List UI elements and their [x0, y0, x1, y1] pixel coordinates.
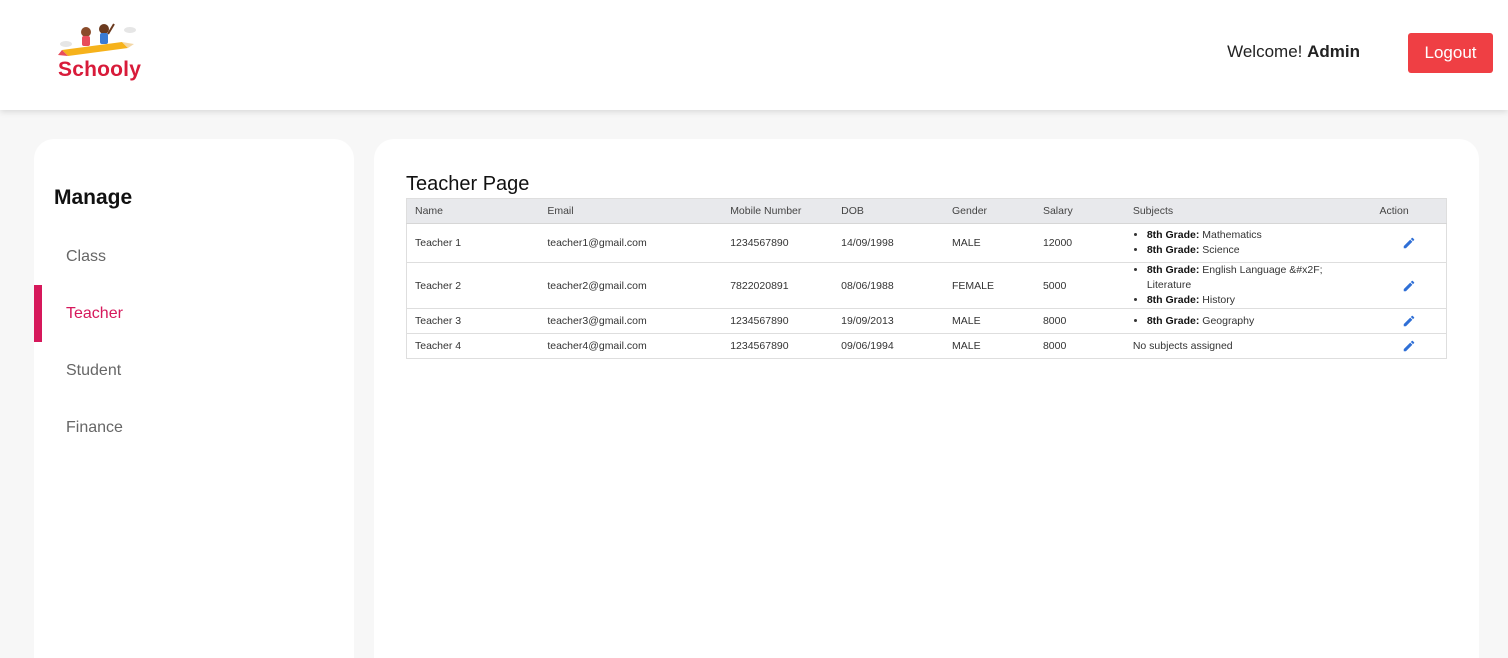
logo-kids-pencil-icon — [58, 23, 136, 56]
cell-salary: 8000 — [1034, 333, 1125, 359]
sidebar-item-label: Class — [66, 247, 107, 265]
column-header-email[interactable]: Email — [539, 198, 723, 224]
cell-email: teacher3@gmail.com — [539, 308, 723, 334]
cell-action — [1371, 308, 1447, 334]
logo-text: Schooly — [58, 58, 142, 81]
column-header-dob[interactable]: DOB — [833, 198, 945, 224]
cell-gender: MALE — [944, 223, 1035, 263]
edit-pencil-icon[interactable] — [1402, 339, 1416, 353]
cell-dob: 19/09/2013 — [833, 308, 945, 334]
table-row: Teacher 4 teacher4@gmail.com 1234567890 … — [406, 333, 1447, 359]
logout-button[interactable]: Logout — [1408, 33, 1493, 73]
subject-item: 8th Grade: English Language &#x2F; Liter… — [1147, 263, 1364, 293]
user-name: Admin — [1307, 42, 1360, 61]
welcome-prefix: Welcome! — [1227, 42, 1303, 61]
subject-item: 8th Grade: Mathematics — [1147, 228, 1364, 243]
column-header-mobile[interactable]: Mobile Number — [722, 198, 834, 224]
table-row: Teacher 3 teacher3@gmail.com 1234567890 … — [406, 308, 1447, 334]
subject-list: 8th Grade: English Language &#x2F; Liter… — [1133, 263, 1364, 308]
teacher-table: Name Email Mobile Number DOB Gender Sala… — [406, 198, 1447, 359]
cell-subjects: 8th Grade: Mathematics 8th Grade: Scienc… — [1124, 223, 1372, 263]
sidebar-item-label: Teacher — [66, 304, 123, 322]
sidebar: Manage Class Teacher Student Finance — [34, 139, 354, 658]
cell-subjects: No subjects assigned — [1124, 333, 1372, 359]
column-header-subjects[interactable]: Subjects — [1124, 198, 1372, 224]
subject-list: 8th Grade: Mathematics 8th Grade: Scienc… — [1133, 228, 1364, 258]
column-header-salary[interactable]: Salary — [1034, 198, 1125, 224]
cell-name: Teacher 3 — [406, 308, 540, 334]
cell-salary: 5000 — [1034, 262, 1125, 309]
subject-item: 8th Grade: Geography — [1147, 314, 1364, 329]
table-row: Teacher 2 teacher2@gmail.com 7822020891 … — [406, 262, 1447, 309]
cell-mobile: 1234567890 — [722, 308, 834, 334]
column-header-gender[interactable]: Gender — [944, 198, 1035, 224]
sidebar-title: Manage — [54, 186, 133, 209]
cell-email: teacher1@gmail.com — [539, 223, 723, 263]
cell-salary: 8000 — [1034, 308, 1125, 334]
edit-pencil-icon[interactable] — [1402, 314, 1416, 328]
schooly-logo[interactable]: Schooly — [56, 20, 146, 84]
column-header-name[interactable]: Name — [406, 198, 540, 224]
cell-mobile: 1234567890 — [722, 333, 834, 359]
cell-name: Teacher 1 — [406, 223, 540, 263]
cell-name: Teacher 2 — [406, 262, 540, 309]
sidebar-item-student[interactable]: Student — [34, 342, 354, 399]
cell-subjects: 8th Grade: English Language &#x2F; Liter… — [1124, 262, 1372, 309]
cell-gender: FEMALE — [944, 262, 1035, 309]
welcome-message: Welcome! Admin — [1227, 42, 1360, 62]
sidebar-item-teacher[interactable]: Teacher — [34, 285, 354, 342]
table-header-row: Name Email Mobile Number DOB Gender Sala… — [406, 198, 1447, 224]
column-header-action: Action — [1371, 198, 1447, 224]
edit-pencil-icon[interactable] — [1402, 236, 1416, 250]
main-panel: Teacher Page Name Email Mobile Number DO… — [374, 139, 1479, 658]
cell-gender: MALE — [944, 308, 1035, 334]
subject-list: 8th Grade: Geography — [1133, 314, 1364, 329]
cell-action — [1371, 333, 1447, 359]
cell-dob: 14/09/1998 — [833, 223, 945, 263]
sidebar-item-label: Finance — [66, 418, 123, 436]
cell-action — [1371, 262, 1447, 309]
subject-item: 8th Grade: Science — [1147, 243, 1364, 258]
cell-dob: 08/06/1988 — [833, 262, 945, 309]
table-row: Teacher 1 teacher1@gmail.com 1234567890 … — [406, 223, 1447, 263]
page-title: Teacher Page — [406, 173, 530, 195]
edit-pencil-icon[interactable] — [1402, 279, 1416, 293]
subject-item: 8th Grade: History — [1147, 293, 1364, 308]
cell-gender: MALE — [944, 333, 1035, 359]
cell-name: Teacher 4 — [406, 333, 540, 359]
sidebar-item-finance[interactable]: Finance — [34, 399, 354, 456]
cell-email: teacher2@gmail.com — [539, 262, 723, 309]
top-header: Schooly Welcome! Admin Logout — [0, 0, 1508, 110]
cell-mobile: 1234567890 — [722, 223, 834, 263]
cell-dob: 09/06/1994 — [833, 333, 945, 359]
cell-subjects: 8th Grade: Geography — [1124, 308, 1372, 334]
cell-salary: 12000 — [1034, 223, 1125, 263]
cell-email: teacher4@gmail.com — [539, 333, 723, 359]
sidebar-item-label: Student — [66, 361, 122, 379]
cell-action — [1371, 223, 1447, 263]
sidebar-item-class[interactable]: Class — [34, 228, 354, 285]
cell-mobile: 7822020891 — [722, 262, 834, 309]
